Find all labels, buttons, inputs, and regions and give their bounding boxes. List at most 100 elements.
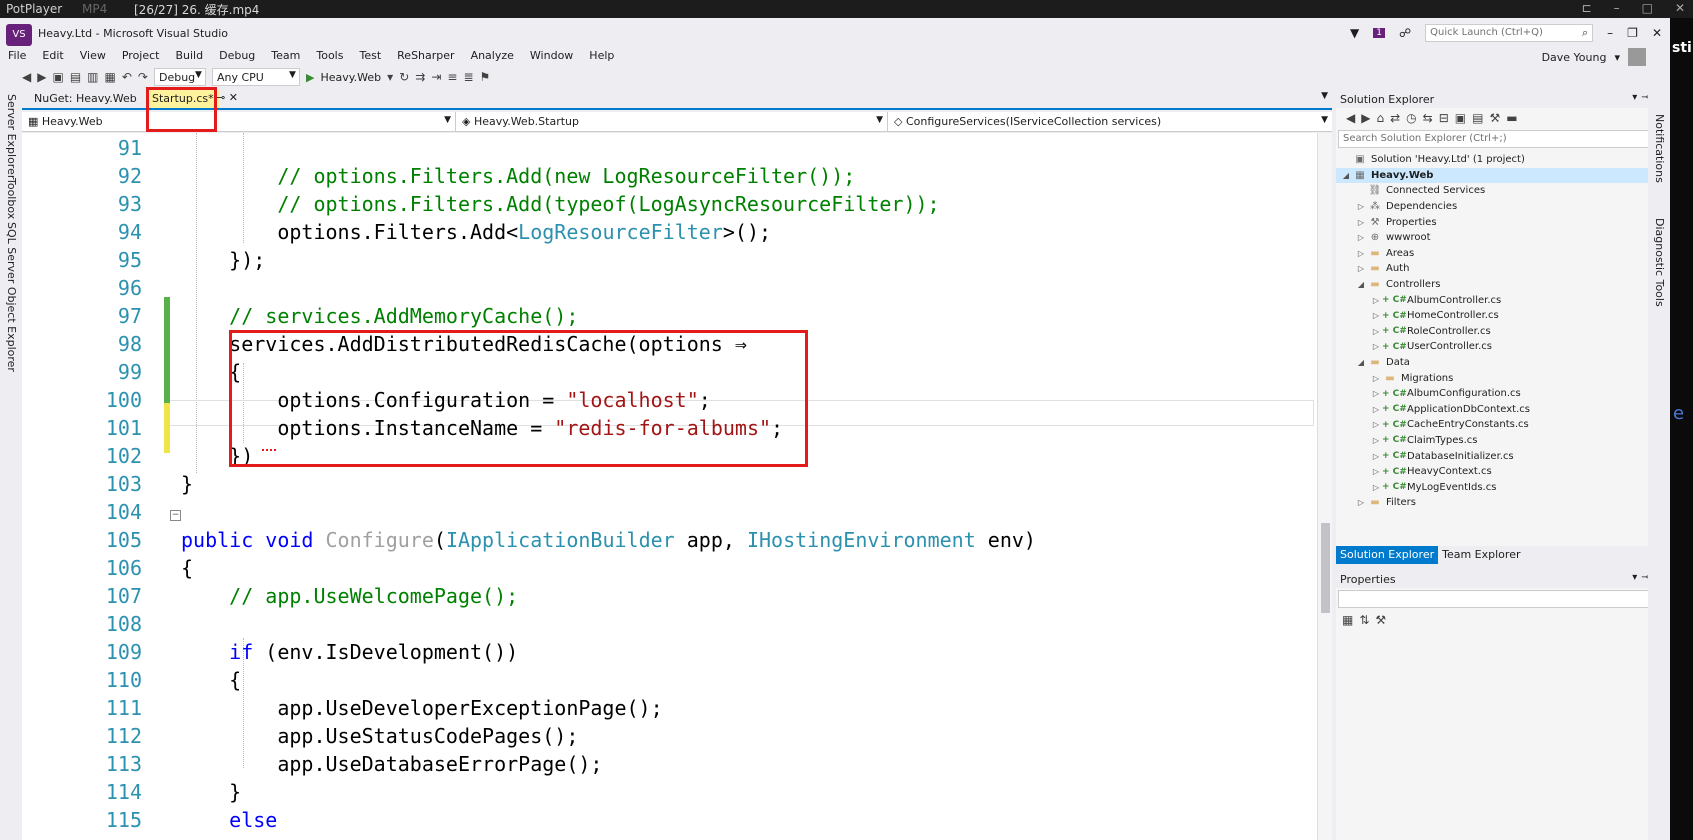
chevron-down-icon[interactable]: ▼	[1321, 91, 1328, 101]
expand-icon[interactable]: ▷	[1370, 296, 1382, 305]
switch-views-icon[interactable]: ⇄	[1390, 111, 1406, 125]
menu-project[interactable]: Project	[122, 49, 160, 62]
redo-icon[interactable]: ↷	[138, 70, 148, 84]
expand-icon[interactable]: ▷	[1355, 249, 1367, 258]
expanded-icon[interactable]: ◢	[1340, 171, 1352, 180]
menu-window[interactable]: Window	[530, 49, 573, 62]
start-debugging-icon[interactable]: ▶	[306, 71, 314, 84]
player-app-name[interactable]: PotPlayer	[0, 2, 82, 16]
editor-vertical-scrollbar[interactable]	[1317, 133, 1332, 840]
tree-item[interactable]: ▷ + C# HomeController.cs	[1336, 308, 1670, 324]
tree-item[interactable]: ▷ ⚒ Properties	[1336, 214, 1670, 230]
tree-item[interactable]: ▷ ⁂ Dependencies	[1336, 199, 1670, 215]
menu-view[interactable]: View	[80, 49, 106, 62]
minimize-icon[interactable]: –	[1607, 26, 1613, 40]
history-icon[interactable]: ◷	[1406, 111, 1422, 125]
menu-team[interactable]: Team	[271, 49, 300, 62]
expand-icon[interactable]: ▷	[1370, 389, 1382, 398]
user-account[interactable]: Dave Young ▾	[1542, 48, 1646, 66]
expand-icon[interactable]: ▷	[1370, 311, 1382, 320]
expand-icon[interactable]: ▷	[1370, 374, 1382, 383]
menu-test[interactable]: Test	[359, 49, 381, 62]
expand-icon[interactable]: ▷	[1355, 218, 1367, 227]
forward-icon[interactable]: ▶	[37, 70, 46, 84]
tree-item[interactable]: ▣ Solution 'Heavy.Ltd' (1 project)	[1336, 152, 1670, 168]
home-icon[interactable]: ⌂	[1376, 111, 1390, 125]
close-icon[interactable]: ✕	[1652, 26, 1662, 40]
tree-item[interactable]: ▷ + C# HeavyContext.cs	[1336, 464, 1670, 480]
expand-icon[interactable]: ▷	[1355, 264, 1367, 273]
property-pages-icon[interactable]: ⚒	[1375, 613, 1392, 627]
menu-tools[interactable]: Tools	[316, 49, 343, 62]
sync-icon[interactable]: ⇆	[1423, 111, 1439, 125]
minimize-icon[interactable]: –	[1614, 1, 1620, 15]
toolbox-tab[interactable]: Toolbox	[5, 178, 18, 219]
collapse-icon[interactable]: −	[170, 510, 181, 521]
chevron-down-icon[interactable]: ▾	[1632, 572, 1641, 583]
diagnostic-tools-tab[interactable]: Diagnostic Tools	[1653, 218, 1666, 307]
save-all-icon[interactable]: ▦	[105, 70, 116, 84]
expand-icon[interactable]: ▷	[1370, 342, 1382, 351]
step-icon[interactable]: ⇥	[431, 70, 441, 84]
new-project-icon[interactable]: ▣	[52, 70, 63, 84]
feedback-icon[interactable]: ☍	[1399, 26, 1411, 40]
expand-icon[interactable]: ▷	[1370, 483, 1382, 492]
tree-item[interactable]: ▷ ⊕ wwwroot	[1336, 230, 1670, 246]
comment-icon[interactable]: ≡	[447, 70, 457, 84]
menu-debug[interactable]: Debug	[219, 49, 255, 62]
chevron-down-icon[interactable]: ▾	[387, 70, 393, 84]
tree-item[interactable]: ▷ + C# RoleController.cs	[1336, 324, 1670, 340]
expand-icon[interactable]: ▷	[1370, 467, 1382, 476]
platform-select[interactable]: Any CPU ▼	[211, 68, 300, 86]
pin-icon[interactable]: ⊸	[216, 91, 225, 104]
browser-link-icon[interactable]: ⇉	[415, 70, 425, 84]
expand-icon[interactable]: ▷	[1370, 327, 1382, 336]
member-dropdown[interactable]: ◇ ConfigureServices(IServiceCollection s…	[888, 112, 1332, 132]
project-dropdown[interactable]: ▦ Heavy.Web ▼	[22, 112, 456, 132]
restore-icon[interactable]: ❐	[1627, 26, 1638, 40]
expanded-icon[interactable]: ◢	[1355, 280, 1367, 289]
expand-icon[interactable]: ▷	[1355, 498, 1367, 507]
open-file-icon[interactable]: ▤	[70, 70, 81, 84]
properties-object-select[interactable]: ▼	[1338, 590, 1668, 608]
categorized-icon[interactable]: ▦	[1342, 613, 1359, 627]
tree-item[interactable]: ▷ + C# ClaimTypes.cs	[1336, 433, 1670, 449]
expand-icon[interactable]: ▷	[1370, 405, 1382, 414]
tree-item[interactable]: ▷ + C# UserController.cs	[1336, 339, 1670, 355]
refresh-icon[interactable]: ↻	[399, 70, 409, 84]
quick-launch-input[interactable]: Quick Launch (Ctrl+Q) ⌕	[1425, 24, 1594, 42]
chevron-down-icon[interactable]: ▾	[1614, 51, 1620, 64]
start-target[interactable]: Heavy.Web	[320, 71, 381, 84]
avatar[interactable]	[1628, 48, 1646, 66]
menu-help[interactable]: Help	[589, 49, 614, 62]
tree-item[interactable]: ◢ ▬ Data	[1336, 355, 1670, 371]
back-icon[interactable]: ◀	[22, 70, 31, 84]
show-all-files-icon[interactable]: ▣	[1455, 111, 1472, 125]
tree-item[interactable]: ◢ ▦ Heavy.Web	[1336, 167, 1670, 184]
close-tab-icon[interactable]: ✕	[229, 91, 238, 104]
tree-item[interactable]: ▷ + C# ApplicationDbContext.cs	[1336, 402, 1670, 418]
tree-item[interactable]: ▷ + C# AlbumConfiguration.cs	[1336, 386, 1670, 402]
menu-edit[interactable]: Edit	[42, 49, 63, 62]
back-icon[interactable]: ◀	[1346, 111, 1361, 125]
notifications-tab[interactable]: Notifications	[1653, 114, 1666, 183]
user-name[interactable]: Dave Young	[1542, 51, 1607, 64]
uncomment-icon[interactable]: ≣	[463, 70, 473, 84]
tree-item[interactable]: ▷ ▬ Filters	[1336, 495, 1670, 511]
expanded-icon[interactable]: ◢	[1355, 358, 1367, 367]
undo-icon[interactable]: ↶	[122, 70, 132, 84]
type-dropdown[interactable]: ◈ Heavy.Web.Startup ▼	[456, 112, 888, 132]
tree-item[interactable]: ◢ ▬ Controllers	[1336, 277, 1670, 293]
chevron-down-icon[interactable]: ▾	[1632, 92, 1641, 103]
tree-item[interactable]: ▷ ▬ Auth	[1336, 261, 1670, 277]
tree-item[interactable]: ▷ + C# MyLogEventIds.cs	[1336, 479, 1670, 495]
server-explorer-tab[interactable]: Server Explorer	[5, 94, 18, 179]
alphabetical-icon[interactable]: ⇅	[1359, 613, 1375, 627]
expand-icon[interactable]: ▷	[1370, 436, 1382, 445]
tree-item[interactable]: ▷ ▬ Areas	[1336, 246, 1670, 262]
tree-item[interactable]: ▷ ▬ Migrations	[1336, 370, 1670, 386]
tree-item[interactable]: ▷ + C# AlbumController.cs	[1336, 292, 1670, 308]
collapse-all-icon[interactable]: ⊟	[1439, 111, 1455, 125]
filter-icon[interactable]: ▼	[1350, 26, 1359, 40]
expand-icon[interactable]: ▷	[1370, 420, 1382, 429]
